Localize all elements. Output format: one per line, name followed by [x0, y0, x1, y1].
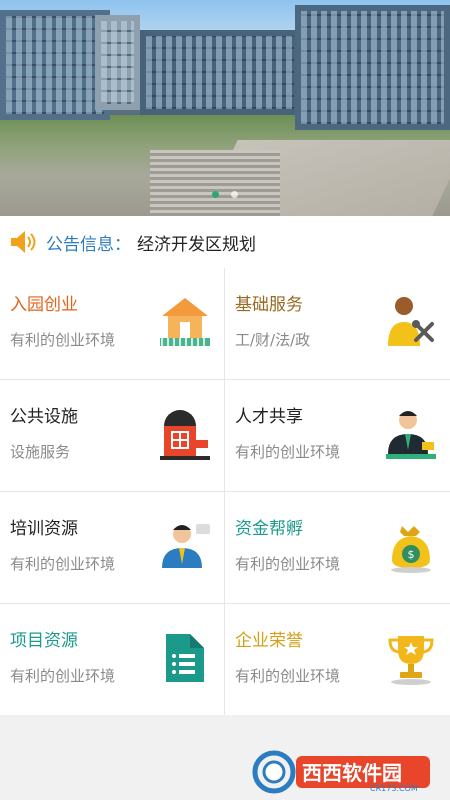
service-item-training[interactable]: 培训资源 有利的创业环境 [0, 492, 224, 603]
service-item-startup[interactable]: 入园创业 有利的创业环境 [0, 268, 224, 379]
svg-text:CR173.COM: CR173.COM [370, 784, 418, 793]
carousel-dot[interactable] [230, 191, 238, 198]
service-item-talent[interactable]: 人才共享 有利的创业环境 [225, 380, 450, 491]
trainer-icon [162, 524, 210, 568]
banner-carousel[interactable] [0, 0, 450, 216]
service-item-funding[interactable]: 资金帮孵 有利的创业环境 $ [225, 492, 450, 603]
service-grid: 入园创业 有利的创业环境 基础服务 工/财/法/政 公共设施 设施服务 人才共享… [0, 268, 450, 715]
document-list-icon [166, 634, 204, 682]
banner-building [140, 30, 300, 115]
talent-person-icon [386, 411, 436, 459]
service-item-honor[interactable]: 企业荣誉 有利的创业环境 [225, 604, 450, 715]
carousel-dot-active[interactable] [212, 191, 220, 198]
banner-building [0, 10, 110, 120]
notice-text[interactable]: 经济开发区规划 [137, 230, 256, 255]
banner-building [295, 5, 450, 130]
facility-building-icon [160, 410, 210, 460]
service-item-project[interactable]: 项目资源 有利的创业环境 [0, 604, 224, 715]
notice-label: 公告信息： [46, 234, 131, 255]
watermark-logo: 西西软件园 CR173.COM [252, 750, 430, 794]
house-icon [160, 298, 210, 346]
speaker-icon [11, 231, 36, 253]
service-item-facility[interactable]: 公共设施 设施服务 [0, 380, 224, 491]
trophy-icon [388, 636, 434, 685]
svg-text:$: $ [408, 548, 415, 561]
carousel-indicator [0, 183, 450, 202]
money-bag-icon: $ [391, 526, 431, 573]
service-item-basic[interactable]: 基础服务 工/财/法/政 [225, 268, 450, 379]
worker-tools-icon [388, 297, 434, 346]
notice-bar[interactable]: 公告信息： 经济开发区规划 [0, 216, 450, 268]
svg-text:西西软件园: 西西软件园 [302, 761, 402, 785]
banner-building [95, 15, 140, 110]
